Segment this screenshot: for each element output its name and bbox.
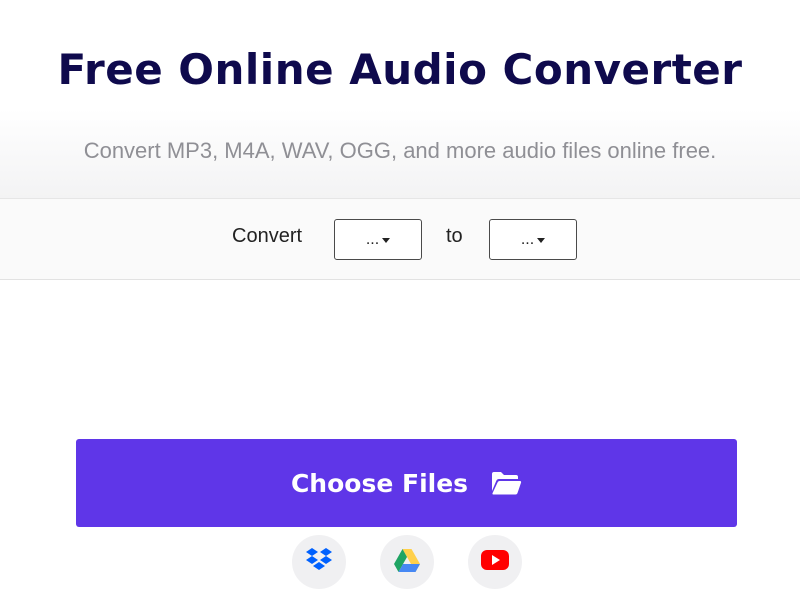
youtube-button[interactable] xyxy=(468,535,522,589)
google-drive-icon xyxy=(393,548,421,577)
target-format-value: ... xyxy=(520,230,535,248)
page-title: Free Online Audio Converter xyxy=(57,45,743,94)
to-label: to xyxy=(446,225,463,247)
caret-down-icon xyxy=(382,238,391,243)
target-format-dropdown[interactable]: ... xyxy=(489,219,577,260)
conversion-bar: Convert ... to ... xyxy=(0,198,800,280)
convert-label: Convert xyxy=(232,225,303,247)
choose-files-label: Choose Files xyxy=(290,468,469,498)
source-format-dropdown[interactable]: ... xyxy=(334,219,422,260)
google-drive-button[interactable] xyxy=(380,535,434,589)
youtube-icon xyxy=(480,549,510,575)
hero-section: Free Online Audio Converter Convert MP3,… xyxy=(0,0,800,198)
choose-files-button[interactable]: Choose Files xyxy=(76,439,737,527)
source-format-value: ... xyxy=(365,230,380,248)
folder-open-icon xyxy=(490,470,522,496)
page-subtitle: Convert MP3, M4A, WAV, OGG, and more aud… xyxy=(83,138,717,163)
dropbox-icon xyxy=(304,547,334,577)
dropbox-button[interactable] xyxy=(292,535,346,589)
caret-down-icon xyxy=(537,238,546,243)
